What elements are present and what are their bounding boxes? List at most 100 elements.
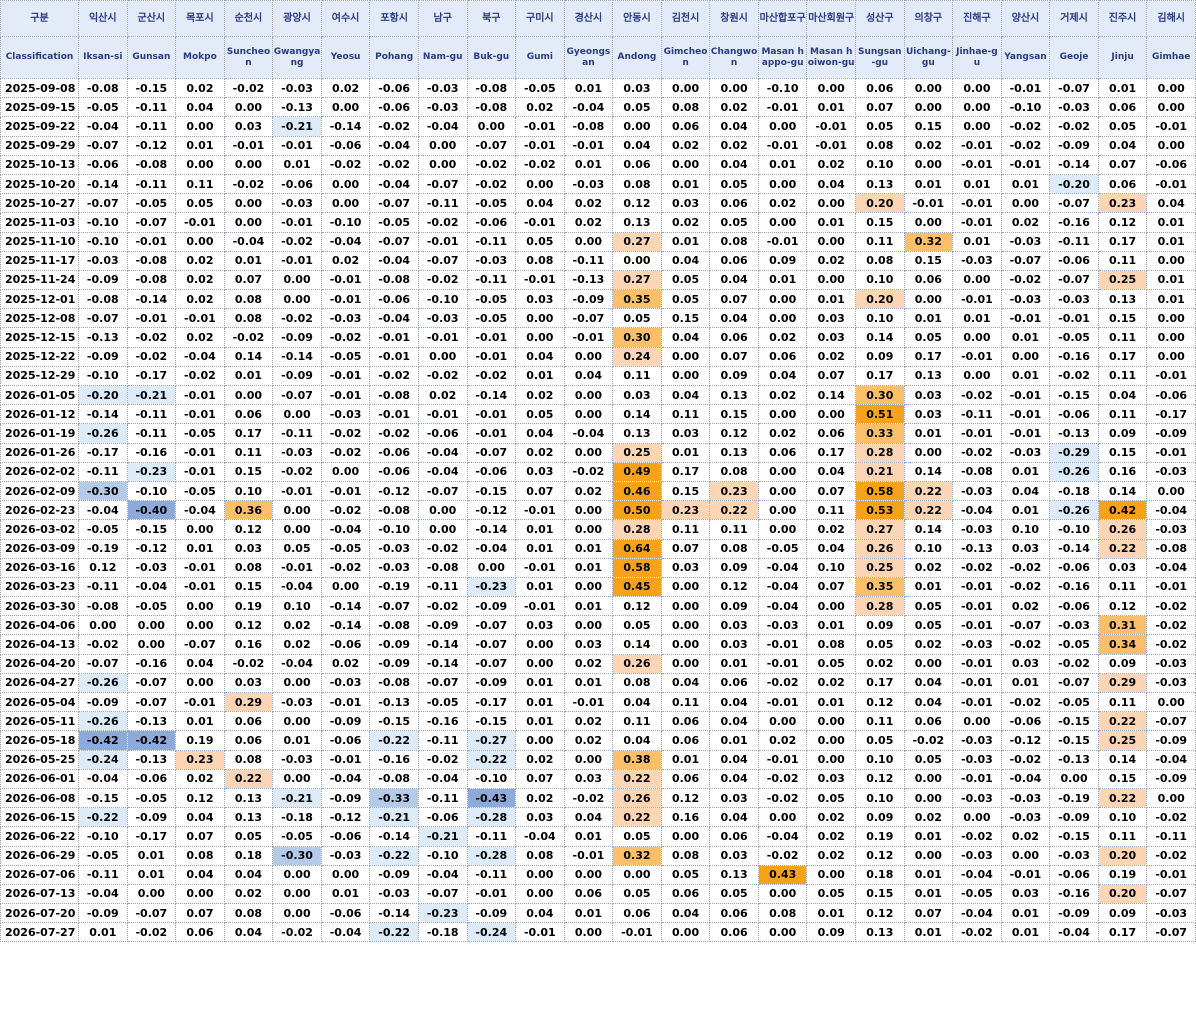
value-cell: -0.01 — [272, 135, 322, 156]
value-cell: 0.02 — [709, 97, 759, 118]
value-cell: 0.35 — [855, 576, 905, 598]
value-cell: 0.02 — [563, 711, 614, 732]
column-header-en: Gimcheon — [660, 36, 711, 79]
value-cell: 0.14 — [1097, 749, 1148, 770]
value-cell: -0.02 — [417, 596, 468, 617]
row-date: 2026-02-02 — [0, 461, 79, 482]
value-cell: -0.14 — [78, 404, 128, 425]
column-header-en: Gyeongsan — [563, 36, 614, 79]
value-cell: 0.25 — [612, 442, 662, 463]
value-cell: 0.28 — [855, 442, 905, 463]
value-cell: 0.04 — [1097, 135, 1148, 156]
value-cell: -0.09 — [1146, 730, 1196, 751]
value-cell: 0.13 — [1097, 289, 1148, 310]
value-cell: 0.06 — [563, 883, 614, 905]
table-row: 2025-11-24 -0.09 -0.08 0.02 0.07 0.00 -0.01 -0.… — [0, 269, 1196, 291]
value-cell: 0.17 — [903, 346, 954, 367]
value-cell: 0.00 — [660, 576, 711, 598]
value-cell: -0.03 — [1049, 615, 1099, 636]
value-cell: -0.09 — [1146, 768, 1196, 789]
value-cell: 0.14 — [903, 519, 954, 540]
value-cell: -0.07 — [1000, 615, 1051, 636]
value-cell: 0.00 — [126, 883, 177, 905]
value-cell: 0.08 — [855, 250, 905, 271]
value-cell: 0.15 — [660, 308, 711, 329]
row-date: 2025-11-03 — [0, 212, 79, 233]
value-cell: 0.28 — [612, 519, 662, 540]
value-cell: 0.12 — [223, 615, 274, 636]
value-cell: 0.16 — [1097, 461, 1148, 482]
value-cell: 0.05 — [1097, 116, 1148, 137]
value-cell: -0.07 — [466, 615, 517, 636]
value-cell: 0.04 — [709, 154, 759, 175]
value-cell: -0.02 — [417, 212, 468, 233]
value-cell: 0.22 — [1097, 787, 1148, 809]
value-cell: 0.03 — [660, 423, 711, 444]
value-cell: 0.12 — [660, 787, 711, 809]
value-cell: 0.14 — [1097, 480, 1148, 502]
value-cell: 0.01 — [563, 77, 614, 99]
value-cell: -0.24 — [466, 922, 517, 943]
value-cell: 0.00 — [757, 922, 808, 943]
value-cell: 0.38 — [612, 749, 662, 770]
value-cell: -0.02 — [757, 672, 808, 694]
value-cell: 0.12 — [709, 423, 759, 444]
value-cell: -0.08 — [126, 154, 177, 175]
value-cell: 0.00 — [1146, 97, 1196, 118]
value-cell: -0.01 — [175, 461, 225, 482]
row-date: 2026-01-12 — [0, 404, 79, 425]
value-cell: -0.01 — [466, 423, 517, 444]
value-cell: -0.09 — [369, 634, 419, 655]
value-cell: 0.06 — [175, 922, 225, 943]
value-cell: -0.03 — [320, 308, 371, 329]
value-cell: -0.09 — [1049, 807, 1099, 828]
row-date: 2026-07-20 — [0, 903, 79, 924]
row-date: 2025-12-22 — [0, 346, 79, 367]
value-cell: 0.16 — [223, 634, 274, 655]
value-cell: 0.05 — [903, 749, 954, 770]
value-cell: -0.13 — [78, 327, 128, 348]
value-cell: -0.01 — [1146, 365, 1196, 387]
value-cell: 0.04 — [563, 365, 614, 387]
value-cell: -0.16 — [417, 711, 468, 732]
value-cell: -0.01 — [952, 615, 1002, 636]
value-cell: 0.00 — [126, 634, 177, 655]
value-cell: 0.10 — [272, 596, 322, 617]
value-cell: -0.06 — [1049, 404, 1099, 425]
value-cell: -0.40 — [126, 500, 177, 521]
table-row: 2025-12-15 -0.13 -0.02 0.02 -0.02 -0.09 -0.02-… — [0, 327, 1196, 348]
value-cell: -0.16 — [1049, 212, 1099, 233]
value-cell: -0.09 — [466, 903, 517, 924]
value-cell: -0.03 — [369, 557, 419, 578]
value-cell: -0.08 — [563, 116, 614, 137]
value-cell: 0.05 — [612, 97, 662, 118]
value-cell: -0.03 — [757, 615, 808, 636]
value-cell: -0.01 — [466, 883, 517, 905]
value-cell: 0.00 — [563, 864, 614, 885]
column-header-kr: 진주시 — [1097, 0, 1148, 37]
value-cell: 0.02 — [175, 269, 225, 291]
value-cell: 0.03 — [223, 116, 274, 137]
value-cell: -0.06 — [1049, 864, 1099, 885]
value-cell: 0.00 — [563, 922, 614, 943]
value-cell: 0.00 — [563, 231, 614, 252]
value-cell: -0.12 — [320, 807, 371, 828]
column-header-en: Gumi — [515, 36, 565, 79]
value-cell: -0.06 — [320, 135, 371, 156]
value-cell: 0.00 — [320, 97, 371, 118]
value-cell: 0.01 — [660, 749, 711, 770]
value-cell: 0.34 — [1097, 634, 1148, 655]
value-cell: 0.09 — [709, 557, 759, 578]
value-cell: -0.01 — [757, 231, 808, 252]
value-cell: -0.01 — [515, 212, 565, 233]
value-cell: 0.02 — [515, 442, 565, 463]
value-cell: -0.12 — [126, 538, 177, 559]
value-cell: 0.14 — [612, 634, 662, 655]
value-cell: 0.05 — [272, 538, 322, 559]
value-cell: -0.01 — [563, 135, 614, 156]
value-cell: 0.00 — [757, 500, 808, 521]
row-date: 2026-05-18 — [0, 730, 79, 751]
value-cell: 0.11 — [612, 711, 662, 732]
value-cell: 0.00 — [903, 845, 954, 866]
value-cell: -0.01 — [515, 922, 565, 943]
